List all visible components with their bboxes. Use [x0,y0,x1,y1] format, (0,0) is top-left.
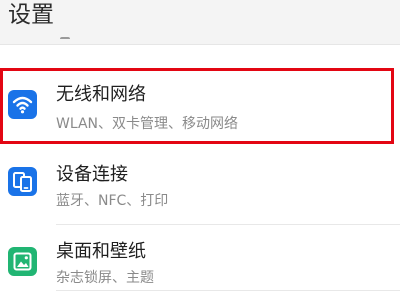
wallpaper-icon [8,247,37,276]
settings-item-title: 桌面和壁纸 [56,241,146,262]
header-bar: 设置 [0,0,400,44]
device-connection-icon [8,167,37,196]
page-title: 设置 [8,2,54,28]
row-divider [56,290,400,291]
settings-item-device-connection[interactable]: 设备连接 蓝牙、NFC、打印 [0,146,400,220]
settings-item-desktop-wallpaper[interactable]: 桌面和壁纸 杂志锁屏、主题 [0,225,400,299]
previous-row-sliver [60,37,70,47]
settings-item-title: 设备连接 [56,164,128,185]
wifi-icon [8,90,37,119]
settings-item-subtitle: 杂志锁屏、主题 [56,270,154,286]
header-divider [0,44,400,45]
settings-item-wireless-network[interactable]: 无线和网络 WLAN、双卡管理、移动网络 [0,68,400,142]
settings-item-subtitle: WLAN、双卡管理、移动网络 [56,116,239,132]
settings-item-subtitle: 蓝牙、NFC、打印 [56,193,169,209]
settings-item-title: 无线和网络 [56,84,146,105]
